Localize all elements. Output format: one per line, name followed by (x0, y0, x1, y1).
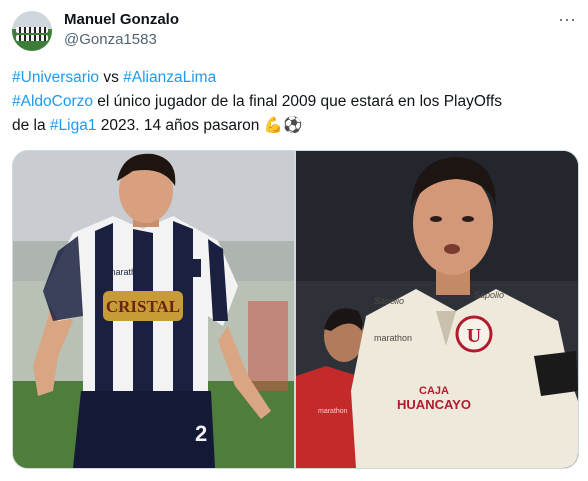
left-shirt-brand: marathon (108, 267, 146, 277)
author-display-name[interactable]: Manuel Gonzalo (64, 11, 179, 28)
left-shorts-number: 2 (195, 421, 207, 446)
more-options-button[interactable]: ··· (552, 5, 582, 33)
universitario-crest-letter: U (467, 325, 481, 347)
more-dots-icon: ··· (558, 9, 576, 29)
tweet-text: #Universario vs #AlianzaLima #AldoCorzo … (12, 66, 572, 138)
tweet-media[interactable]: CRISTAL marathon 2 marathon U Sapolio Sa… (12, 150, 579, 469)
tweet-line-3: de la #Liga1 2023. 14 años pasaron 💪⚽ (12, 114, 572, 138)
tweet-text-segment: 2023. 14 años pasaron (96, 117, 264, 134)
tweet-text-segment: de la (12, 117, 50, 134)
tweet-line-2: #AldoCorzo el único jugador de la final … (12, 90, 572, 114)
flexed-biceps-emoji-icon: 💪 (263, 117, 283, 134)
hashtag-aldocorzo[interactable]: #AldoCorzo (12, 93, 93, 110)
tweet-line-1: #Universario vs #AlianzaLima (12, 66, 572, 90)
right-shirt-sponsor-line1: CAJA (419, 385, 449, 397)
left-shirt-sponsor: CRISTAL (106, 297, 180, 316)
right-shirt-sponsor-line2: HUANCAYO (397, 397, 471, 412)
hashtag-liga1[interactable]: #Liga1 (50, 117, 97, 134)
tweet-text-segment: vs (99, 69, 124, 86)
hashtag-universario[interactable]: #Universario (12, 69, 99, 86)
referee-shirt-brand: marathon (318, 408, 348, 415)
hashtag-alianzalima[interactable]: #AlianzaLima (123, 69, 216, 86)
right-shirt-sleeve-sponsor: Sapolio (474, 290, 504, 300)
author-avatar[interactable] (12, 11, 52, 51)
author-handle[interactable]: @Gonza1583 (64, 31, 157, 48)
photo-alianza-player[interactable]: CRISTAL marathon 2 (13, 151, 294, 468)
tweet-text-segment: el único jugador de la final 2009 que es… (93, 93, 503, 110)
right-shirt-chest-sponsor: Sapolio (374, 296, 404, 306)
right-shirt-brand: marathon (374, 333, 412, 343)
photo-universitario-player[interactable]: marathon U Sapolio Sapolio marathon CAJA… (296, 151, 578, 468)
soccer-ball-emoji-icon: ⚽ (282, 117, 303, 134)
